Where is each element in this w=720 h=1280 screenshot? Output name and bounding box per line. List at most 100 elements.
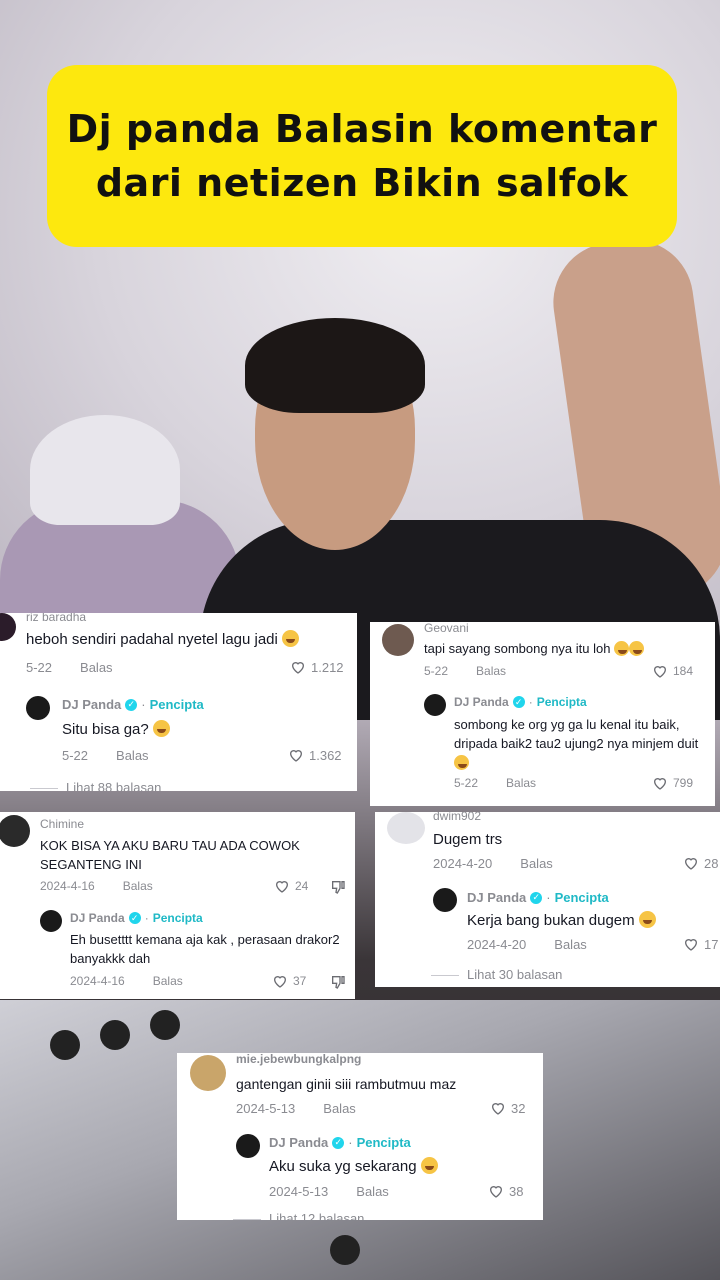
user-avatar[interactable] bbox=[387, 812, 425, 844]
like-button[interactable]: 24 bbox=[274, 878, 308, 894]
separator-dot: · bbox=[348, 1135, 353, 1150]
comment-card: Chimine KOK BISA YA AKU BARU TAU ADA COW… bbox=[0, 812, 355, 999]
comment-meta: 2024-4-16 Balas bbox=[40, 879, 153, 893]
dj-hair bbox=[245, 318, 425, 413]
reply-button[interactable]: Balas bbox=[116, 748, 149, 763]
reply-text: sombong ke org yg ga lu kenal itu baik, … bbox=[454, 715, 709, 772]
creator-name[interactable]: DJ Panda bbox=[467, 890, 526, 905]
reply-meta: 2024-4-16 Balas bbox=[70, 974, 183, 988]
comment-username[interactable]: Geovani bbox=[424, 622, 469, 635]
reply-body: sombong ke org yg ga lu kenal itu baik, … bbox=[454, 717, 699, 751]
reply-text: Situ bisa ga? bbox=[62, 720, 170, 740]
user-avatar[interactable] bbox=[0, 613, 16, 641]
like-button[interactable]: 32 bbox=[490, 1100, 525, 1116]
heart-icon bbox=[684, 858, 698, 870]
like-count: 38 bbox=[509, 1183, 524, 1199]
like-count: 24 bbox=[295, 879, 309, 893]
comment-card: mie.jebewbungkalpng gantengan ginii siii… bbox=[177, 1053, 543, 1220]
reply-meta: 5-22 Balas bbox=[454, 776, 536, 790]
heart-icon bbox=[289, 750, 303, 762]
sweat-smile-emoji bbox=[282, 630, 300, 647]
comment-text: heboh sendiri padahal nyetel lagu jadi bbox=[26, 630, 300, 650]
unamused-emoji bbox=[614, 641, 630, 656]
grinning-emoji bbox=[420, 1157, 438, 1174]
verified-badge-icon: ✓ bbox=[332, 1136, 345, 1149]
reply-button[interactable]: Balas bbox=[123, 879, 153, 893]
sweat-smile-emoji bbox=[454, 755, 469, 770]
separator-dot: · bbox=[546, 890, 551, 905]
creator-label: DJ Panda ✓ · Pencipta bbox=[454, 695, 587, 709]
view-replies-link[interactable]: Lihat 30 balasan bbox=[431, 967, 562, 982]
reply-button[interactable]: Balas bbox=[554, 937, 587, 952]
comment-card: riz baradha heboh sendiri padahal nyetel… bbox=[0, 613, 357, 791]
user-avatar[interactable] bbox=[0, 815, 30, 847]
reply-button[interactable]: Balas bbox=[80, 660, 113, 675]
reply-button[interactable]: Balas bbox=[153, 974, 183, 988]
unamused-emoji bbox=[629, 641, 645, 656]
creator-avatar[interactable] bbox=[236, 1134, 260, 1158]
reply-date: 5-22 bbox=[62, 748, 89, 763]
creator-avatar[interactable] bbox=[40, 910, 62, 932]
creator-name[interactable]: DJ Panda bbox=[454, 695, 509, 709]
reply-button[interactable]: Balas bbox=[506, 776, 536, 790]
verified-badge-icon: ✓ bbox=[530, 891, 543, 904]
creator-label: DJ Panda ✓ · Pencipta bbox=[70, 911, 203, 925]
reply-text: Aku suka yg sekarang bbox=[269, 1157, 438, 1177]
deck-knob bbox=[50, 1030, 80, 1060]
creator-tag: Pencipta bbox=[152, 911, 203, 925]
heart-icon bbox=[491, 1103, 505, 1115]
reply-button[interactable]: Balas bbox=[323, 1101, 356, 1116]
like-button[interactable]: 28 bbox=[683, 855, 718, 871]
heart-icon bbox=[273, 976, 287, 988]
deck-knob bbox=[100, 1020, 130, 1050]
reply-button[interactable]: Balas bbox=[520, 856, 553, 871]
comment-username[interactable]: riz baradha bbox=[26, 613, 86, 624]
creator-avatar[interactable] bbox=[26, 696, 50, 720]
comment-meta: 2024-5-13 Balas bbox=[236, 1101, 356, 1116]
comment-username[interactable]: dwim902 bbox=[433, 812, 481, 823]
user-avatar[interactable] bbox=[382, 624, 414, 656]
reply-button[interactable]: Balas bbox=[356, 1184, 389, 1199]
like-button[interactable]: 37 bbox=[272, 973, 306, 989]
like-button[interactable]: 38 bbox=[488, 1183, 523, 1199]
comment-card: dwim902 Dugem trs 2024-4-20 Balas 28 DJ P… bbox=[375, 812, 720, 987]
like-count: 37 bbox=[293, 974, 307, 988]
like-button[interactable]: 17 bbox=[683, 936, 718, 952]
like-button[interactable]: 1.212 bbox=[290, 659, 344, 675]
comment-text: tapi sayang sombong nya itu loh bbox=[424, 639, 645, 659]
like-button[interactable]: 1.362 bbox=[288, 747, 342, 763]
creator-avatar[interactable] bbox=[433, 888, 457, 912]
creator-name[interactable]: DJ Panda bbox=[269, 1135, 328, 1150]
like-count: 184 bbox=[673, 664, 694, 678]
like-button[interactable]: 799 bbox=[652, 775, 693, 791]
comment-username[interactable]: mie.jebewbungkalpng bbox=[236, 1053, 361, 1066]
creator-name[interactable]: DJ Panda bbox=[62, 697, 121, 712]
creator-tag: Pencipta bbox=[356, 1135, 411, 1150]
dislike-icon[interactable] bbox=[330, 974, 346, 990]
view-replies-link[interactable]: Lihat 88 balasan bbox=[30, 780, 161, 791]
user-avatar[interactable] bbox=[190, 1055, 226, 1091]
comment-body: tapi sayang sombong nya itu loh bbox=[424, 641, 611, 656]
comment-date: 2024-4-16 bbox=[40, 879, 95, 893]
reply-date: 2024-4-20 bbox=[467, 937, 527, 952]
reply-date: 2024-4-16 bbox=[70, 974, 125, 988]
comment-username[interactable]: Chimine bbox=[40, 817, 84, 831]
title-banner: Dj panda Balasin komentar dari netizen B… bbox=[47, 65, 677, 247]
creator-avatar[interactable] bbox=[424, 694, 446, 716]
dislike-icon[interactable] bbox=[330, 879, 346, 895]
heart-icon bbox=[684, 939, 698, 951]
verified-badge-icon: ✓ bbox=[128, 912, 141, 924]
comment-date: 5-22 bbox=[424, 664, 449, 678]
comment-meta: 5-22 Balas bbox=[26, 660, 113, 675]
like-count: 799 bbox=[673, 776, 694, 790]
comment-meta: 5-22 Balas bbox=[424, 664, 506, 678]
like-count: 28 bbox=[704, 855, 719, 871]
like-count: 17 bbox=[704, 936, 719, 952]
reply-button[interactable]: Balas bbox=[476, 664, 506, 678]
reply-meta: 2024-5-13 Balas bbox=[269, 1184, 389, 1199]
comment-date: 5-22 bbox=[26, 660, 53, 675]
deck-knob bbox=[150, 1010, 180, 1040]
like-button[interactable]: 184 bbox=[652, 663, 693, 679]
view-replies-link[interactable]: Lihat 12 balasan bbox=[233, 1211, 364, 1220]
creator-name[interactable]: DJ Panda bbox=[70, 911, 125, 925]
